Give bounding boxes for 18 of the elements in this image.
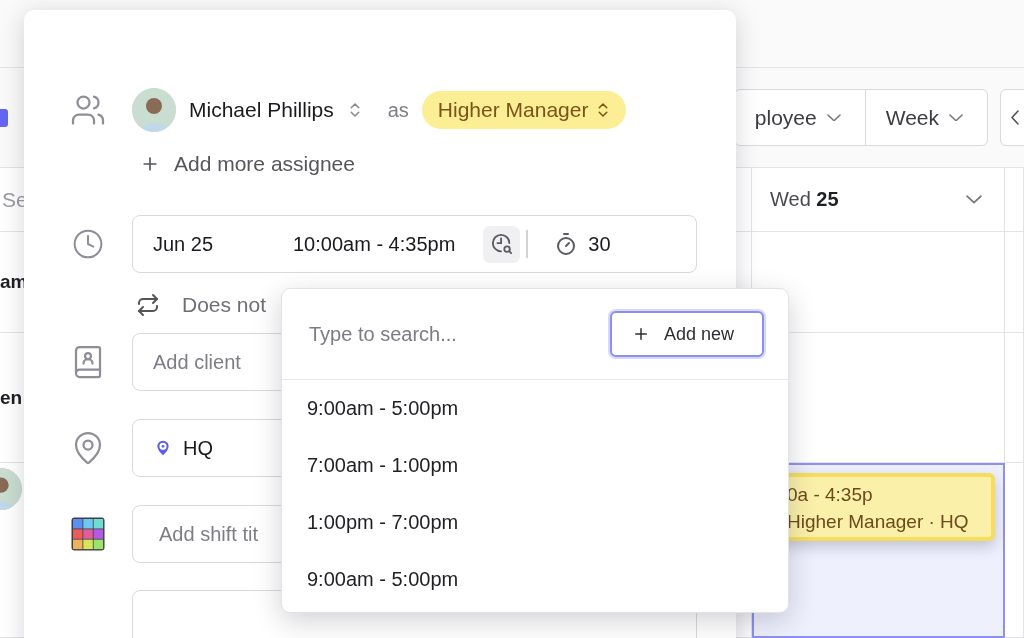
- add-assignee-button[interactable]: Add more assignee: [132, 152, 355, 176]
- location-value: HQ: [183, 436, 213, 460]
- add-new-button[interactable]: Add new: [610, 311, 764, 357]
- time-option[interactable]: 9:00am - 5:00pm: [282, 380, 788, 437]
- time-range: 10:00am - 4:35pm: [293, 232, 456, 256]
- search-field[interactable]: Type to search...: [307, 321, 610, 347]
- shift-detail: Higher Manager · HQ: [787, 510, 970, 534]
- group-dropdown[interactable]: ployee: [734, 90, 865, 145]
- time-field[interactable]: Jun 25 10:00am - 4:35pm 30: [132, 215, 697, 273]
- assignee-selector[interactable]: Michael Phillips: [189, 98, 364, 122]
- row-label: en: [0, 386, 23, 409]
- break-value: 30: [588, 232, 611, 256]
- as-label: as: [387, 98, 409, 122]
- day-header: Wed 25: [770, 188, 840, 211]
- date-value: Jun 25: [153, 232, 215, 256]
- repeat-button[interactable]: Does not: [132, 293, 267, 317]
- role-selector[interactable]: Higher Manager: [421, 91, 627, 129]
- range-dropdown[interactable]: Week: [864, 90, 987, 145]
